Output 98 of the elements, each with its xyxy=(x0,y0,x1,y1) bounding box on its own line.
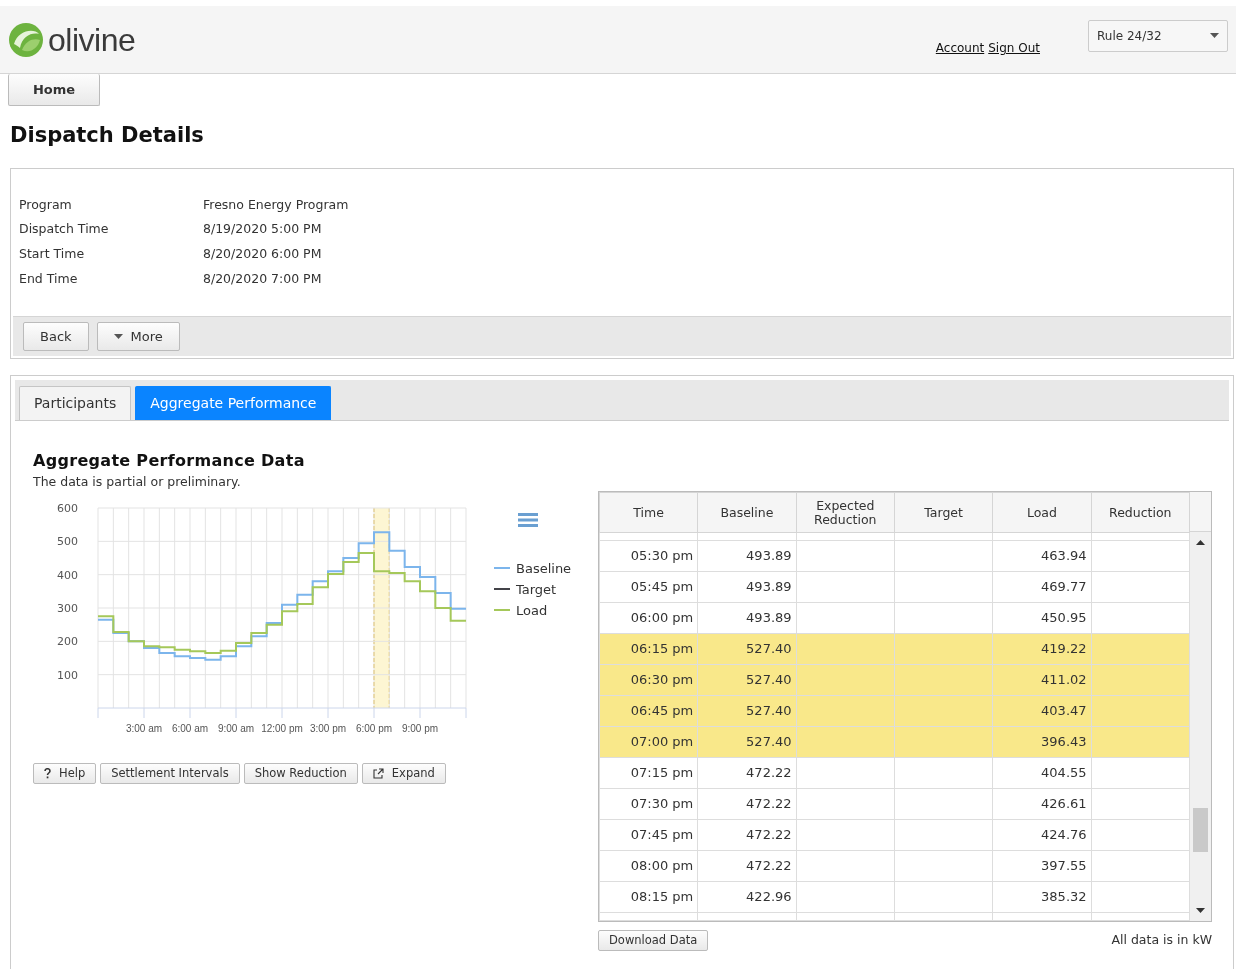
axis-label: 400 xyxy=(57,568,78,582)
table-cell: 08:00 pm xyxy=(599,850,698,882)
action-button[interactable]: Back xyxy=(23,321,89,351)
chart-button[interactable]: Expand xyxy=(361,762,446,784)
table-cell: 472.22 xyxy=(697,757,797,789)
axis-label: 200 xyxy=(57,635,78,649)
scroll-up-icon[interactable] xyxy=(1196,540,1205,545)
table-cell: 07:15 pm xyxy=(599,757,698,789)
table-cell: 450.95 xyxy=(992,602,1092,634)
table-cell: 422.96 xyxy=(697,881,797,913)
axis-label: 6:00 am xyxy=(171,722,209,734)
scroll-down-icon[interactable] xyxy=(1196,908,1205,913)
caret-icon xyxy=(1210,33,1219,38)
rule-select[interactable]: Rule 24/32 xyxy=(1088,19,1228,52)
logo-text: olivine xyxy=(48,20,136,60)
header-link[interactable]: Account xyxy=(935,39,985,57)
external-link-icon xyxy=(372,767,384,779)
detail-label: End Time xyxy=(19,266,203,292)
table-cell: 493.89 xyxy=(697,540,797,572)
table-cell: 07:45 pm xyxy=(599,819,698,851)
table-header-corner xyxy=(1190,492,1211,532)
axis-label: 300 xyxy=(57,601,78,615)
download-button[interactable]: Download Data xyxy=(598,930,709,952)
action-button[interactable]: More xyxy=(96,321,180,351)
table-cell: 527.40 xyxy=(697,664,797,696)
caret-icon xyxy=(113,333,123,339)
table-cell: 426.61 xyxy=(992,788,1092,820)
header-link[interactable]: Sign Out xyxy=(988,39,1040,57)
logo-icon xyxy=(8,21,44,58)
legend-label: Baseline xyxy=(516,560,572,576)
tab[interactable]: Aggregate Performance xyxy=(135,386,332,420)
table-cell: 397.55 xyxy=(992,850,1092,882)
scroll-thumb[interactable] xyxy=(1193,808,1208,852)
detail-value: 8/19/2020 5:00 PM xyxy=(203,220,323,239)
page-title: Dispatch Details xyxy=(10,122,205,149)
legend-label: Load xyxy=(516,602,548,618)
chart-button[interactable]: Settlement Intervals xyxy=(100,762,240,784)
chart-button[interactable]: Show Reduction xyxy=(243,762,358,784)
axis-label: 100 xyxy=(57,668,78,682)
axis-label: 600 xyxy=(57,501,78,515)
legend-item[interactable]: Target xyxy=(493,581,557,597)
legend-item[interactable]: Baseline xyxy=(493,560,572,576)
detail-label: Program xyxy=(19,195,73,214)
table-cell: 06:30 pm xyxy=(599,664,698,696)
table-cell: 411.02 xyxy=(992,664,1092,696)
table-cell: 08:15 pm xyxy=(599,881,698,913)
tab[interactable]: Participants xyxy=(19,386,132,420)
detail-value: 8/20/2020 7:00 PM xyxy=(203,269,323,288)
units-note: All data is in kW xyxy=(1111,931,1212,950)
table-cell: 07:30 pm xyxy=(599,788,698,820)
section-title: Aggregate Performance Data xyxy=(33,450,306,472)
axis-label: 500 xyxy=(57,535,78,549)
detail-label: Dispatch Time xyxy=(19,217,203,242)
table-cell: 06:15 pm xyxy=(599,633,698,665)
table-cell: 493.89 xyxy=(697,571,797,603)
table-cell: 493.89 xyxy=(697,602,797,634)
axis-label: 6:00 pm xyxy=(355,722,393,734)
chart-button[interactable]: Help xyxy=(33,762,97,784)
column-header[interactable]: Load xyxy=(992,492,1092,533)
legend-label: Target xyxy=(515,581,557,597)
table-cell: 404.55 xyxy=(992,757,1092,789)
column-header[interactable]: Expected Reduction xyxy=(796,492,895,533)
table-cell: 05:45 pm xyxy=(599,571,698,603)
table-cell: 527.40 xyxy=(697,695,797,727)
table-cell: 472.22 xyxy=(697,850,797,882)
table-cell: 06:00 pm xyxy=(599,602,698,634)
table-cell: 05:30 pm xyxy=(599,540,698,572)
menu-icon[interactable] xyxy=(518,512,538,527)
detail-value: 8/20/2020 6:00 PM xyxy=(203,245,323,263)
detail-label: Start Time xyxy=(19,242,203,267)
column-header[interactable]: Target xyxy=(894,492,993,533)
table-cell: 07:00 pm xyxy=(599,726,698,758)
table-cell: 527.40 xyxy=(697,726,797,758)
table-cell: 472.22 xyxy=(697,819,797,851)
column-header[interactable]: Time xyxy=(599,492,698,533)
column-header[interactable]: Reduction xyxy=(1091,492,1190,533)
table-cell: 385.32 xyxy=(992,881,1092,913)
home-button[interactable]: Home xyxy=(8,74,100,106)
table-cell: 424.76 xyxy=(992,819,1092,851)
help-icon xyxy=(44,767,51,779)
column-header[interactable]: Baseline xyxy=(697,492,797,533)
table-cell: 06:45 pm xyxy=(599,695,698,727)
section-subtitle: The data is partial or preliminary. xyxy=(33,473,242,491)
table-cell: 396.43 xyxy=(992,726,1092,758)
axis-label: 12:00 pm xyxy=(261,722,303,734)
axis-label: 9:00 am xyxy=(217,722,255,734)
axis-label: 3:00 am xyxy=(125,722,163,734)
table-cell: 403.47 xyxy=(992,695,1092,727)
table-cell: 463.94 xyxy=(992,540,1092,572)
table-cell: 527.40 xyxy=(697,633,797,665)
table-cell: 419.22 xyxy=(992,633,1092,665)
detail-value: Fresno Energy Program xyxy=(203,195,349,214)
axis-label: 9:00 pm xyxy=(401,722,439,734)
scrollbar[interactable] xyxy=(1190,492,1211,921)
legend-item[interactable]: Load xyxy=(493,602,548,618)
axis-label: 3:00 pm xyxy=(309,722,347,734)
table-cell: 469.77 xyxy=(992,571,1092,603)
table-cell: 472.22 xyxy=(697,788,797,820)
